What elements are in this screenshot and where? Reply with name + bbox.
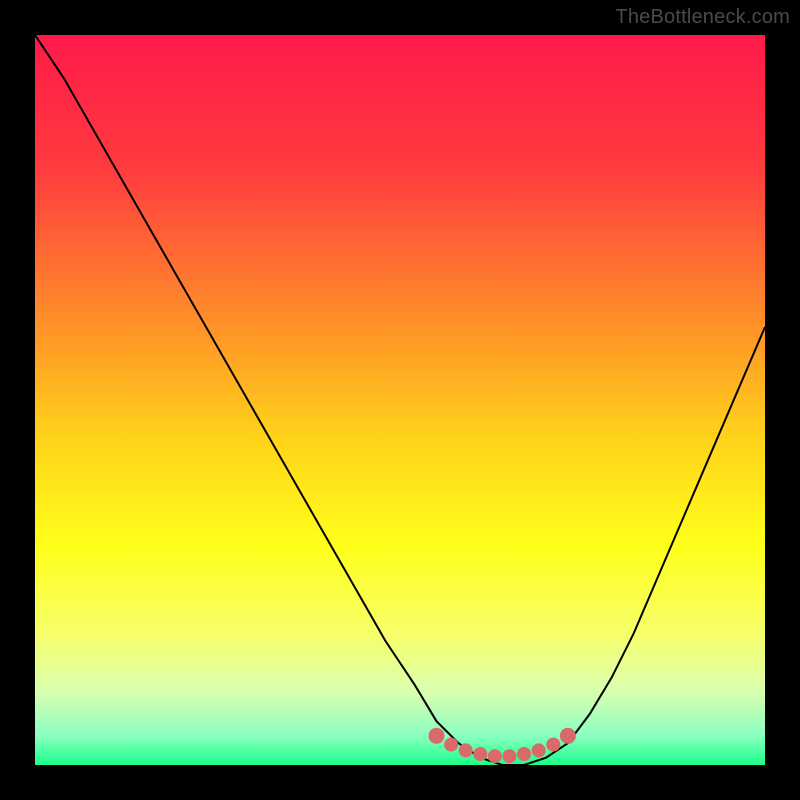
optimal-band-marker	[473, 747, 487, 761]
watermark-text: TheBottleneck.com	[615, 6, 790, 29]
optimal-band-marker	[503, 749, 517, 763]
optimal-band-marker	[546, 738, 560, 752]
chart-plot-area	[35, 35, 765, 765]
optimal-band-marker	[429, 728, 445, 744]
chart-background-gradient	[35, 35, 765, 765]
optimal-band-marker	[488, 749, 502, 763]
optimal-band-marker	[560, 728, 576, 744]
optimal-band-marker	[532, 743, 546, 757]
optimal-band-marker	[459, 743, 473, 757]
optimal-band-marker	[517, 747, 531, 761]
chart-svg	[35, 35, 765, 765]
optimal-band-marker	[444, 738, 458, 752]
